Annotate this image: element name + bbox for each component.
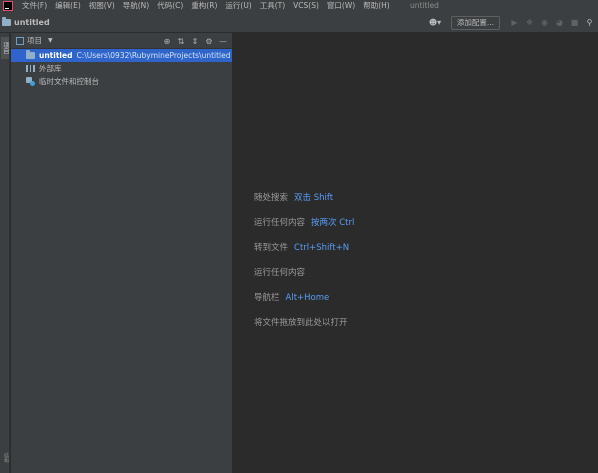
editor-area[interactable]: 随处搜索 双击 Shift 运行任何内容 按两次 Ctrl 转到文件 Ctrl+Shi… — [232, 33, 598, 473]
menu-vcs[interactable]: VCS(S) — [289, 0, 323, 12]
hint-label: 运行任何内容 — [254, 268, 306, 278]
menu-code[interactable]: 代码(C) — [153, 0, 187, 12]
project-panel-title[interactable]: 项目 — [27, 35, 42, 46]
menu-run[interactable]: 运行(U) — [221, 0, 255, 12]
menu-refactor[interactable]: 重构(R) — [187, 0, 221, 12]
project-view-icon — [16, 36, 24, 45]
hint-drop-files: 将文件拖放到此处以打开 — [254, 316, 354, 328]
window-title: untitled — [410, 1, 439, 10]
menu-navigate[interactable]: 导航(N) — [119, 0, 153, 12]
search-icon[interactable]: ⚲ — [583, 16, 596, 29]
menu-bar: 文件(F) 编辑(E) 视图(V) 导航(N) 代码(C) 重构(R) 运行(U… — [0, 0, 598, 12]
add-configuration-button[interactable]: 添加配置... — [450, 15, 500, 30]
hint-label: 运行任何内容 — [254, 218, 306, 228]
run-toolbar: ☻▾ 添加配置... ▶ ❖ ◉ ◕ ■ ⚲ — [429, 12, 598, 33]
tree-item-label: 外部库 — [39, 64, 62, 73]
scratches-icon — [26, 77, 35, 86]
hint-run-anything-2: 运行任何内容 — [254, 266, 311, 278]
hint-shortcut: 按两次 Ctrl — [311, 218, 355, 228]
run-icon[interactable]: ▶ — [508, 16, 521, 29]
hint-search-everywhere: 随处搜索 双击 Shift — [254, 191, 333, 203]
locate-icon[interactable]: ⊕ — [160, 37, 174, 46]
hint-shortcut: Alt+Home — [285, 293, 330, 303]
profile-icon[interactable]: ◕ — [553, 16, 566, 29]
menu-edit[interactable]: 编辑(E) — [51, 0, 85, 12]
hint-label: 随处搜索 — [254, 193, 289, 203]
menu-help[interactable]: 帮助(H) — [359, 0, 394, 12]
gear-icon[interactable]: ⚙ — [202, 37, 216, 46]
collapse-all-icon[interactable]: ⇕ — [188, 37, 202, 46]
hint-shortcut: Ctrl+Shift+N — [294, 243, 350, 253]
left-tool-strip: 项目 结构 — [0, 33, 10, 473]
project-panel: 项目 ▼ ⊕ ⇅ ⇕ ⚙ — untitled C:\Users\0932\Ru… — [11, 33, 232, 473]
hint-shortcut: 双击 Shift — [294, 193, 334, 203]
breadcrumb-label: untitled — [14, 17, 50, 27]
hint-run-anything: 运行任何内容 按两次 Ctrl — [254, 216, 354, 228]
hint-goto-file: 转到文件 Ctrl+Shift+N — [254, 241, 349, 253]
hint-label: 导航栏 — [254, 293, 280, 303]
project-path: C:\Users\0932\RubymineProjects\untitled — [76, 51, 231, 60]
menu-view[interactable]: 视图(V) — [85, 0, 119, 12]
tree-item-external-libraries[interactable]: 外部库 — [11, 62, 232, 75]
hint-navigation-bar: 导航栏 Alt+Home — [254, 291, 329, 303]
navigation-bar: untitled ☻▾ 添加配置... ▶ ❖ ◉ ◕ ■ ⚲ — [0, 12, 598, 33]
user-dropdown-icon[interactable]: ☻▾ — [429, 18, 443, 28]
expand-all-icon[interactable]: ⇅ — [174, 37, 188, 46]
menu-window[interactable]: 窗口(W) — [323, 0, 359, 12]
hide-icon[interactable]: — — [216, 37, 230, 46]
menu-file[interactable]: 文件(F) — [18, 0, 51, 12]
chevron-down-icon[interactable]: ▼ — [48, 37, 53, 44]
stop-icon[interactable]: ■ — [568, 16, 581, 29]
rubymine-logo-icon — [3, 1, 13, 11]
folder-icon — [26, 50, 35, 59]
folder-icon — [2, 16, 11, 26]
project-panel-header: 项目 ▼ ⊕ ⇅ ⇕ ⚙ — — [11, 33, 232, 49]
menu-tools[interactable]: 工具(T) — [256, 0, 289, 12]
tree-item-scratches[interactable]: 临时文件和控制台 — [11, 75, 232, 88]
coverage-icon[interactable]: ◉ — [538, 16, 551, 29]
hint-label: 转到文件 — [254, 243, 289, 253]
structure-tool-tab[interactable]: 结构 — [0, 453, 10, 463]
tree-item-project-root[interactable]: untitled C:\Users\0932\RubymineProjects\… — [11, 49, 232, 62]
library-icon — [26, 65, 35, 72]
debug-icon[interactable]: ❖ — [523, 16, 536, 29]
tree-item-label: 临时文件和控制台 — [39, 77, 99, 86]
project-tool-tab[interactable]: 项目 — [1, 37, 9, 59]
breadcrumb[interactable]: untitled — [2, 16, 50, 27]
project-panel-tools: ⊕ ⇅ ⇕ ⚙ — — [160, 33, 230, 49]
hint-label: 将文件拖放到此处以打开 — [254, 318, 348, 328]
project-name: untitled — [39, 51, 73, 60]
